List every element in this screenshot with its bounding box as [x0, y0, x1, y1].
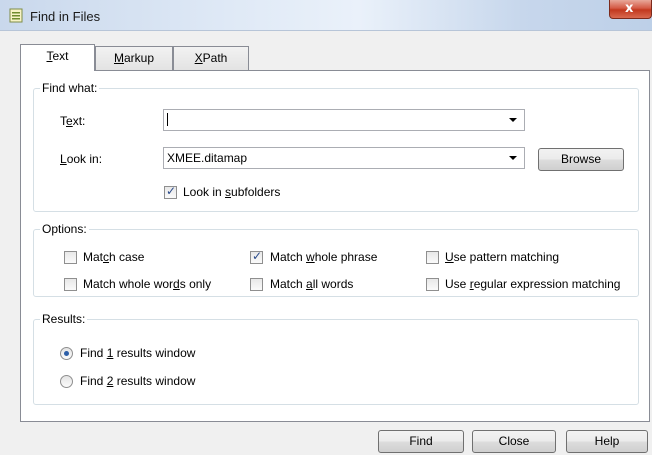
whole-words-post: s only	[179, 277, 212, 291]
lookin-label: Look in:	[60, 152, 102, 166]
pattern-mnemonic: U	[445, 250, 454, 264]
tab-xpath[interactable]: XPath	[173, 46, 249, 70]
find2-post: results window	[113, 374, 196, 388]
options-group: Options: Match case ✓ Match whole phrase…	[33, 222, 639, 297]
whole-words-mnemonic: d	[173, 277, 180, 291]
window-title: Find in Files	[30, 9, 101, 24]
find2-pre: Find	[80, 374, 107, 388]
options-legend: Options:	[40, 222, 89, 236]
chevron-down-icon[interactable]	[509, 118, 517, 122]
find-2-label: Find 2 results window	[80, 374, 195, 388]
chevron-down-icon[interactable]	[509, 156, 517, 160]
lookin-label-post: ook in:	[66, 152, 103, 166]
text-combo[interactable]	[163, 109, 525, 131]
subfolders-post: ubfolders	[231, 185, 281, 199]
tab-markup-label: arkup	[123, 51, 155, 65]
whole-words-pre: Match whole wor	[83, 277, 174, 291]
find-what-legend: Find what:	[40, 81, 100, 95]
find-1-radio[interactable]	[60, 347, 73, 360]
find1-pre: Find	[80, 346, 107, 360]
lookin-label-mnemonic: L	[60, 152, 67, 166]
subfolders-pre: Look in	[183, 185, 226, 199]
checkmark-icon: ✓	[252, 249, 263, 263]
pattern-post: se pattern matching	[453, 250, 560, 264]
whole-phrase-post: hole phrase	[314, 250, 378, 264]
match-all-words-checkbox[interactable]	[250, 278, 263, 291]
match-whole-words-checkbox[interactable]	[64, 278, 77, 291]
match-whole-words-label: Match whole words only	[83, 277, 211, 291]
text-label-mnemonic: e	[66, 114, 73, 128]
close-dialog-button[interactable]: Close	[472, 430, 556, 453]
find-button[interactable]: Find	[378, 430, 464, 453]
results-legend: Results:	[40, 312, 88, 326]
tab-markup[interactable]: Markup	[95, 46, 173, 70]
lookin-value: XMEE.ditamap	[167, 151, 248, 165]
tab-xpath-label: Path	[202, 51, 228, 65]
use-regex-label: Use regular expression matching	[445, 277, 620, 291]
match-all-words-label: Match all words	[270, 277, 353, 291]
match-whole-phrase-label: Match whole phrase	[270, 250, 377, 264]
all-words-mnemonic: a	[306, 277, 313, 291]
tab-markup-mnemonic: M	[113, 51, 124, 65]
radio-dot-icon	[64, 351, 69, 356]
all-words-pre: Match	[270, 277, 307, 291]
text-label: Text:	[60, 114, 85, 128]
find-2-radio[interactable]	[60, 375, 73, 388]
help-button[interactable]: Help	[566, 430, 648, 453]
use-pattern-matching-checkbox[interactable]	[426, 251, 439, 264]
whole-phrase-pre: Match	[270, 250, 307, 264]
find-1-label: Find 1 results window	[80, 346, 195, 360]
regex-pre: Use	[445, 277, 470, 291]
match-whole-phrase-checkbox[interactable]: ✓	[250, 249, 263, 264]
text-cursor	[167, 113, 168, 126]
look-in-subfolders-label: Look in subfolders	[183, 185, 280, 199]
match-case-label: Match case	[83, 250, 144, 264]
find-what-group: Find what: Text: Look in: XMEE.ditamap B…	[33, 81, 639, 212]
match-case-pre: Mat	[83, 250, 104, 264]
tab-text-label: ext	[52, 49, 69, 63]
title-bar: Find in Files x	[0, 0, 652, 31]
whole-phrase-mnemonic: w	[306, 250, 315, 264]
use-pattern-matching-label: Use pattern matching	[445, 250, 559, 264]
tab-text[interactable]: Text	[20, 44, 95, 71]
use-regex-checkbox[interactable]	[426, 278, 439, 291]
lookin-combo[interactable]: XMEE.ditamap	[163, 147, 525, 169]
look-in-subfolders-checkbox[interactable]: ✓	[164, 184, 177, 199]
match-case-post: h case	[109, 250, 145, 264]
browse-button[interactable]: Browse	[538, 148, 624, 171]
results-group: Results: Find 1 results window Find 2 re…	[33, 312, 639, 405]
regex-post: egular expression matching	[473, 277, 621, 291]
match-case-checkbox[interactable]	[64, 251, 77, 264]
find1-post: results window	[113, 346, 196, 360]
checkmark-icon: ✓	[166, 184, 177, 198]
text-label-post: xt:	[72, 114, 86, 128]
close-icon: x	[625, 1, 634, 16]
tab-panel-text: Find what: Text: Look in: XMEE.ditamap B…	[20, 70, 650, 422]
all-words-post: ll words	[312, 277, 354, 291]
document-icon	[9, 8, 23, 23]
tab-xpath-mnemonic: X	[194, 51, 203, 65]
close-button[interactable]: x	[609, 0, 652, 19]
